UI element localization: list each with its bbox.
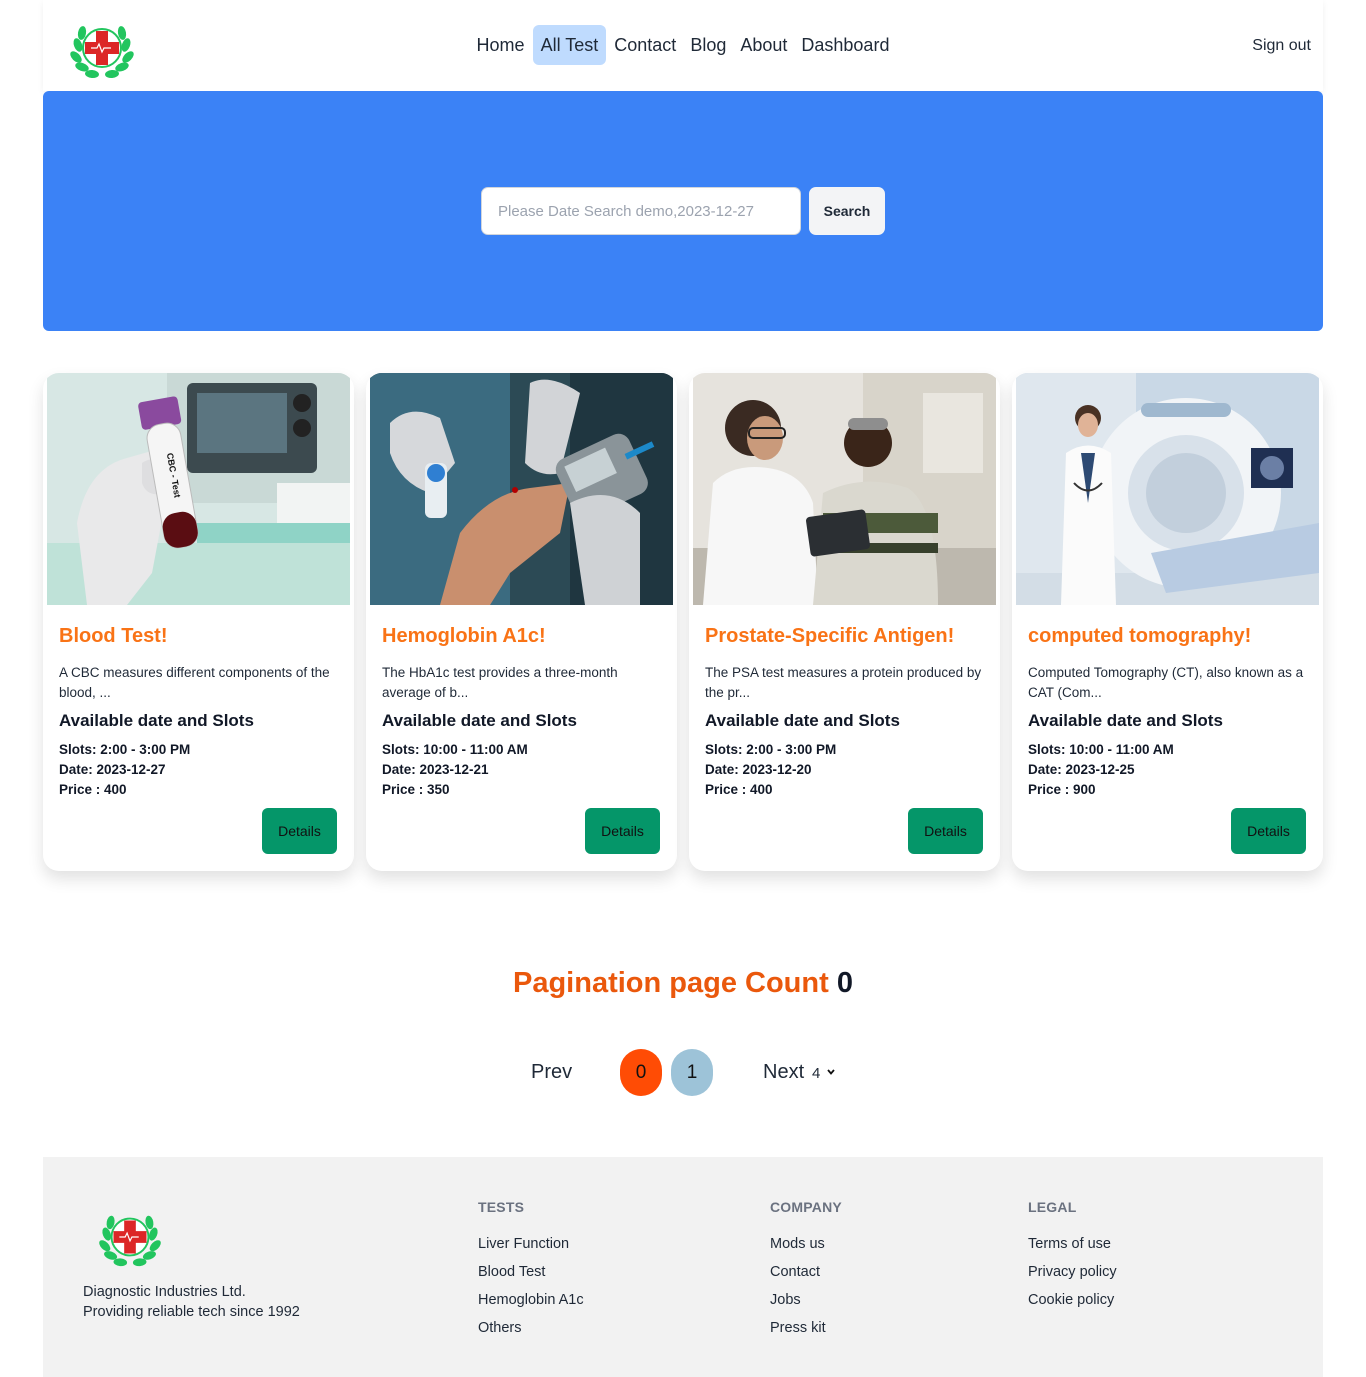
footer: Diagnostic Industries Ltd. Providing rel…	[43, 1157, 1323, 1377]
card-price: Price : 900	[1028, 782, 1096, 797]
footer-heading: LEGAL	[1028, 1199, 1077, 1215]
card-description: The HbA1c test provides a three-month av…	[382, 665, 618, 700]
card-date: Date: 2023-12-21	[382, 762, 489, 777]
footer-link[interactable]: Cookie policy	[1028, 1291, 1117, 1310]
footer-link[interactable]: Liver Function	[478, 1235, 584, 1254]
ct-scan-image	[1016, 373, 1319, 605]
test-card: Hemoglobin A1c! The HbA1c test provides …	[366, 373, 677, 871]
nav-contact[interactable]: Contact	[608, 25, 682, 65]
pagination-title-text: Pagination page Count	[513, 967, 829, 999]
date-search-input[interactable]	[481, 187, 801, 235]
prev-page-button[interactable]: Prev	[531, 1061, 572, 1084]
card-subheading: Available date and Slots	[1028, 711, 1223, 730]
card-date: Date: 2023-12-25	[1028, 762, 1135, 777]
footer-link[interactable]: Others	[478, 1319, 584, 1338]
next-page-button[interactable]: Next	[763, 1061, 804, 1084]
footer-link[interactable]: Press kit	[770, 1319, 842, 1338]
footer-link[interactable]: Mods us	[770, 1235, 842, 1254]
footer-link[interactable]: Blood Test	[478, 1263, 584, 1282]
card-title: computed tomography!	[1028, 625, 1252, 647]
test-card: Prostate-Specific Antigen! The PSA test …	[689, 373, 1000, 871]
card-meta: Slots: 10:00 - 11:00 AM Date: 2023-12-21…	[382, 740, 528, 800]
footer-link[interactable]: Jobs	[770, 1291, 842, 1310]
nav-all-test[interactable]: All Test	[532, 25, 607, 65]
footer-heading: COMPANY	[770, 1199, 842, 1215]
footer-column-tests: TESTS Liver Function Blood Test Hemoglob…	[478, 1199, 584, 1347]
card-meta: Slots: 10:00 - 11:00 AM Date: 2023-12-25…	[1028, 740, 1174, 800]
per-page-select[interactable]: 4	[812, 1065, 820, 1082]
main-nav: Home All Test Contact Blog About Dashboa…	[43, 25, 1323, 65]
card-title: Hemoglobin A1c!	[382, 625, 546, 647]
card-price: Price : 350	[382, 782, 450, 797]
card-description: A CBC measures different components of t…	[59, 665, 330, 700]
hba1c-test-image	[370, 373, 673, 605]
nav-blog[interactable]: Blog	[684, 25, 732, 65]
psa-test-image	[693, 373, 996, 605]
card-price: Price : 400	[59, 782, 127, 797]
chevron-down-icon[interactable]	[826, 1067, 836, 1077]
nav-about[interactable]: About	[734, 25, 793, 65]
page-button-1[interactable]: 1	[671, 1049, 713, 1096]
nav-dashboard[interactable]: Dashboard	[795, 25, 895, 65]
test-card: CBC - Test Blood Test! A CBC measures di…	[43, 373, 354, 871]
card-title: Blood Test!	[59, 625, 168, 647]
footer-company-tagline: Providing reliable tech since 1992	[83, 1304, 300, 1320]
details-button[interactable]: Details	[262, 808, 337, 854]
footer-company-info: Diagnostic Industries Ltd. Providing rel…	[83, 1282, 300, 1322]
card-meta: Slots: 2:00 - 3:00 PM Date: 2023-12-20 P…	[705, 740, 836, 800]
sign-out-link[interactable]: Sign out	[1252, 37, 1311, 55]
card-subheading: Available date and Slots	[382, 711, 577, 730]
nav-home[interactable]: Home	[471, 25, 531, 65]
card-price: Price : 400	[705, 782, 773, 797]
card-slots: Slots: 10:00 - 11:00 AM	[382, 742, 528, 757]
footer-link[interactable]: Hemoglobin A1c	[478, 1291, 584, 1310]
card-slots: Slots: 10:00 - 11:00 AM	[1028, 742, 1174, 757]
page-button-0[interactable]: 0	[620, 1049, 662, 1096]
card-meta: Slots: 2:00 - 3:00 PM Date: 2023-12-27 P…	[59, 740, 190, 800]
blood-test-image: CBC - Test	[47, 373, 350, 605]
card-slots: Slots: 2:00 - 3:00 PM	[705, 742, 837, 757]
navbar: Home All Test Contact Blog About Dashboa…	[43, 0, 1323, 91]
footer-heading: TESTS	[478, 1199, 525, 1215]
footer-company-name: Diagnostic Industries Ltd.	[83, 1284, 246, 1300]
card-date: Date: 2023-12-27	[59, 762, 166, 777]
footer-column-legal: LEGAL Terms of use Privacy policy Cookie…	[1028, 1199, 1117, 1319]
card-subheading: Available date and Slots	[59, 711, 254, 730]
details-button[interactable]: Details	[585, 808, 660, 854]
pagination-title: Pagination page Count 0	[0, 967, 1366, 1000]
test-cards: CBC - Test Blood Test! A CBC measures di…	[43, 373, 1323, 871]
footer-logo-icon	[99, 1215, 161, 1267]
details-button[interactable]: Details	[1231, 808, 1306, 854]
card-subheading: Available date and Slots	[705, 711, 900, 730]
footer-column-company: COMPANY Mods us Contact Jobs Press kit	[770, 1199, 842, 1347]
card-description: The PSA test measures a protein produced…	[705, 665, 982, 700]
card-date: Date: 2023-12-20	[705, 762, 812, 777]
card-title: Prostate-Specific Antigen!	[705, 625, 955, 647]
card-description: Computed Tomography (CT), also known as …	[1028, 665, 1304, 700]
details-button[interactable]: Details	[908, 808, 983, 854]
card-slots: Slots: 2:00 - 3:00 PM	[59, 742, 191, 757]
footer-link[interactable]: Contact	[770, 1263, 842, 1282]
hero-banner: Search	[43, 91, 1323, 331]
footer-link[interactable]: Terms of use	[1028, 1235, 1117, 1254]
test-card: computed tomography! Computed Tomography…	[1012, 373, 1323, 871]
footer-link[interactable]: Privacy policy	[1028, 1263, 1117, 1282]
pagination-count: 0	[836, 967, 853, 999]
search-button[interactable]: Search	[809, 187, 885, 235]
